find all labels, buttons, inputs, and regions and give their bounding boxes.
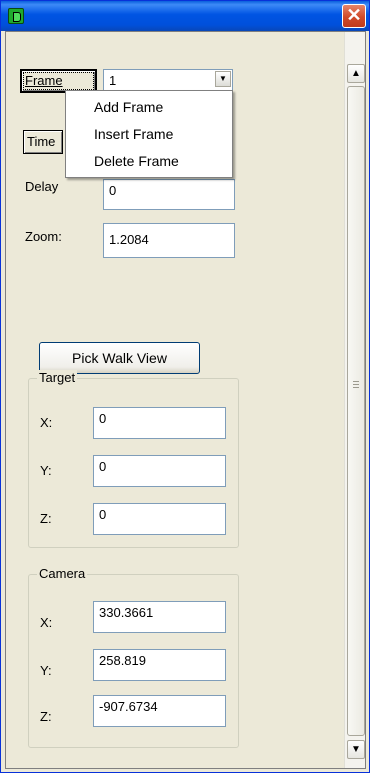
- target-y-field[interactable]: 0: [93, 455, 226, 487]
- menu-item-insert-frame[interactable]: Insert Frame: [66, 121, 232, 148]
- target-z-field[interactable]: 0: [93, 503, 226, 535]
- target-x-value: 0: [99, 411, 107, 426]
- camera-group-title: Camera: [37, 566, 88, 581]
- target-y-label: Y:: [40, 463, 52, 478]
- chevron-down-icon[interactable]: ▼: [215, 71, 231, 87]
- target-group: Target X: 0 Y: 0 Z: 0: [28, 370, 239, 548]
- frame-value: 1: [109, 73, 117, 88]
- target-group-title: Target: [37, 370, 78, 385]
- delay-field[interactable]: 0: [103, 179, 235, 210]
- camera-x-label: X:: [40, 615, 53, 630]
- menu-item-add-frame[interactable]: Add Frame: [66, 94, 232, 121]
- app-icon: [8, 8, 24, 24]
- title-bar[interactable]: ✕: [1, 1, 369, 31]
- target-z-value: 0: [99, 507, 107, 522]
- frame-button-label: Frame: [25, 73, 63, 88]
- time-button-label: Time: [27, 134, 56, 149]
- time-button[interactable]: Time: [23, 130, 63, 154]
- scroll-down-button[interactable]: ▼: [347, 740, 365, 759]
- camera-x-field[interactable]: 330.3661: [93, 601, 226, 633]
- camera-group: Camera X: 330.3661 Y: 258.819 Z: -907.67…: [28, 566, 239, 748]
- target-x-label: X:: [40, 415, 53, 430]
- camera-y-value: 258.819: [99, 653, 146, 668]
- camera-z-label: Z:: [40, 709, 52, 724]
- delay-value: 0: [109, 183, 117, 198]
- zoom-value: 1.2084: [109, 232, 149, 247]
- frame-context-menu: Add Frame Insert Frame Delete Frame: [65, 90, 233, 178]
- target-z-label: Z:: [40, 511, 52, 526]
- scroll-up-button[interactable]: ▲: [347, 64, 365, 83]
- dialog-window: ✕ Frame 1 ▼ Time Delay 0 Zoom: 1.2084 Pi…: [0, 0, 370, 773]
- zoom-label: Zoom:: [25, 229, 62, 244]
- target-x-field[interactable]: 0: [93, 407, 226, 439]
- vertical-scrollbar[interactable]: ▲ ▼: [344, 32, 365, 768]
- camera-y-label: Y:: [40, 663, 52, 678]
- grip-line-icon: [353, 384, 359, 385]
- grip-line-icon: [353, 381, 359, 382]
- camera-y-field[interactable]: 258.819: [93, 649, 226, 681]
- target-y-value: 0: [99, 459, 107, 474]
- grip-line-icon: [353, 387, 359, 388]
- camera-z-field[interactable]: -907.6734: [93, 695, 226, 727]
- camera-z-value: -907.6734: [99, 699, 158, 714]
- scroll-thumb[interactable]: [347, 86, 365, 736]
- delay-label: Delay: [25, 179, 59, 194]
- zoom-field[interactable]: 1.2084: [103, 223, 235, 258]
- camera-x-value: 330.3661: [99, 605, 154, 620]
- menu-item-delete-frame[interactable]: Delete Frame: [66, 148, 232, 175]
- close-button[interactable]: ✕: [342, 4, 366, 28]
